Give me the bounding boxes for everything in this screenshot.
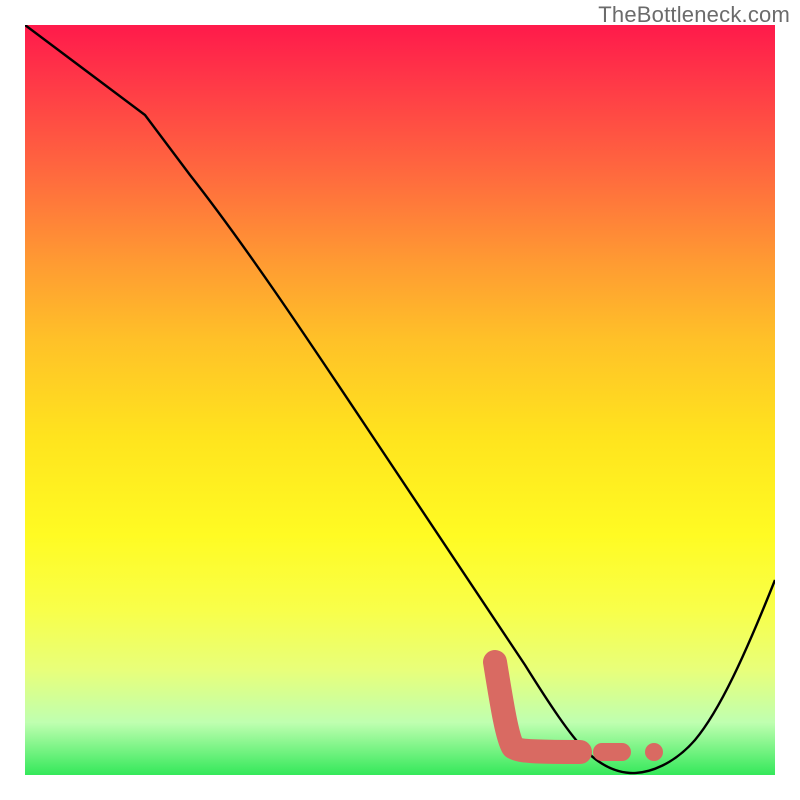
optimal-marker <box>495 662 663 761</box>
chart-canvas: TheBottleneck.com <box>0 0 800 800</box>
bottleneck-curve-line <box>25 25 775 773</box>
optimal-marker-body <box>495 662 580 752</box>
chart-overlay <box>25 25 775 775</box>
plot-area <box>25 25 775 775</box>
optimal-marker-dot <box>645 743 663 761</box>
watermark-label: TheBottleneck.com <box>598 2 790 28</box>
